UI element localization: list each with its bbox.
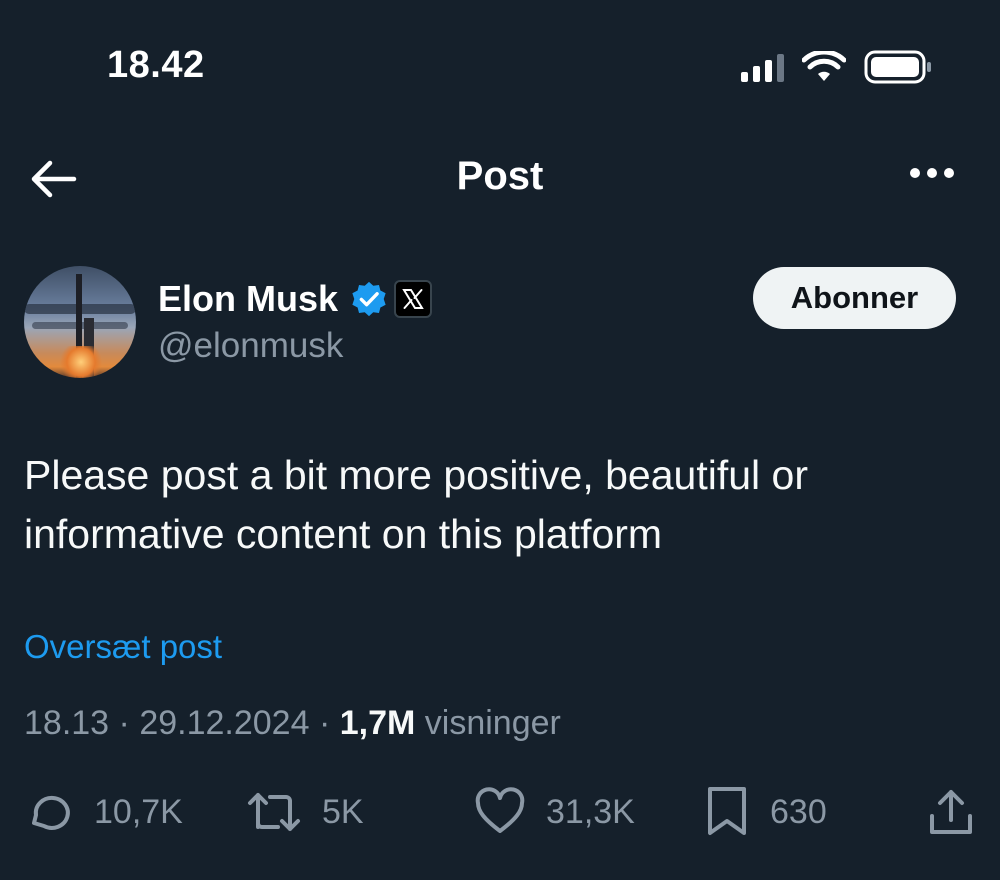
share-icon xyxy=(930,790,972,834)
status-time: 18.42 xyxy=(107,44,205,86)
verified-badge-icon xyxy=(352,281,386,317)
avatar[interactable] xyxy=(24,266,136,378)
bookmark-button[interactable]: 630 xyxy=(704,780,827,844)
heart-icon xyxy=(475,787,525,833)
action-bar: 10,7K 5K 31,3K 630 xyxy=(0,780,1000,844)
post-meta: 18.13 · 29.12.2024 · 1,7M visninger xyxy=(24,704,561,742)
like-button[interactable]: 31,3K xyxy=(474,780,635,844)
views-label: visninger xyxy=(424,704,561,742)
bookmark-icon xyxy=(708,787,746,835)
author-handle[interactable]: @elonmusk xyxy=(158,326,343,366)
post-time[interactable]: 18.13 xyxy=(24,704,109,742)
views-count: 1,7M xyxy=(339,704,416,742)
bookmark-count: 630 xyxy=(770,792,827,831)
status-icons xyxy=(741,50,934,84)
more-horizontal-icon xyxy=(910,168,920,178)
reply-button[interactable]: 10,7K xyxy=(24,780,183,844)
page-title: Post xyxy=(456,154,544,198)
reply-icon xyxy=(32,795,70,830)
repost-icon xyxy=(248,793,300,831)
post-text-line: Please post a bit more positive, beautif… xyxy=(24,452,808,498)
battery-icon xyxy=(864,50,931,84)
post-text-line: informative content on this platform xyxy=(24,511,663,557)
follow-button[interactable]: Abonner xyxy=(753,267,956,329)
share-button[interactable] xyxy=(926,780,976,844)
repost-button[interactable]: 5K xyxy=(246,780,364,844)
repost-count: 5K xyxy=(322,792,364,831)
like-count: 31,3K xyxy=(546,792,635,831)
author-name[interactable]: Elon Musk xyxy=(158,278,338,320)
more-options-button[interactable] xyxy=(910,168,954,178)
translate-post-link[interactable]: Oversæt post xyxy=(24,628,222,666)
affiliate-badge[interactable] xyxy=(394,280,432,318)
post-date[interactable]: 29.12.2024 xyxy=(139,704,309,742)
post-text: Please post a bit more positive, beautif… xyxy=(24,446,984,564)
status-bar: 18.42 xyxy=(0,0,1000,130)
cellular-signal-icon xyxy=(741,52,784,82)
wifi-icon xyxy=(802,51,846,81)
reply-count: 10,7K xyxy=(94,792,183,831)
top-nav-bar: Post xyxy=(0,140,1000,220)
x-logo-icon xyxy=(402,289,424,309)
